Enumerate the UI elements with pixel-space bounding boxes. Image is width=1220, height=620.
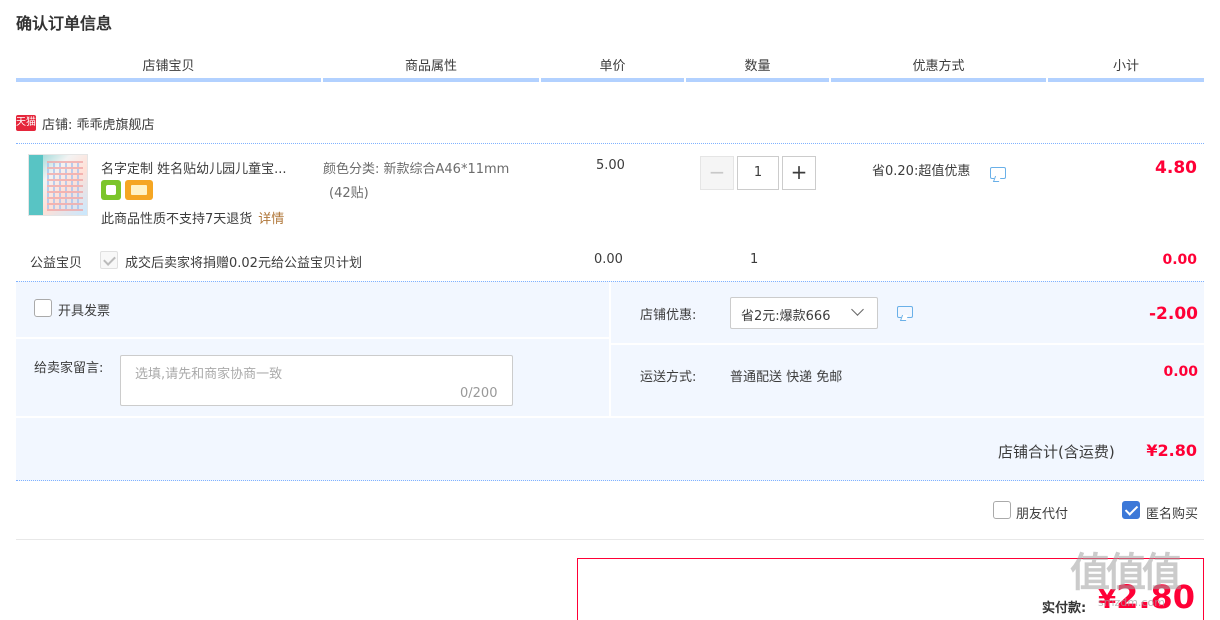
shop-discount-label: 店铺优惠: (640, 308, 697, 323)
shop-name[interactable]: 店铺: 乖乖虎旗舰店 (42, 114, 155, 133)
message-placeholder: 选填,请先和商家协商一致 (135, 367, 283, 382)
invoice-checkbox[interactable] (34, 299, 52, 317)
charity-price: 0.00 (594, 252, 623, 267)
shipping-method: 普通配送 快递 免邮 (730, 370, 843, 385)
friend-pay-checkbox[interactable] (993, 501, 1011, 519)
shop-discount-amount: -2.00 (1149, 304, 1198, 324)
tmall-icon: 天猫 (16, 115, 36, 131)
anonymous-purchase-checkbox[interactable] (1122, 501, 1140, 519)
shipping-label: 运送方式: (640, 370, 697, 385)
item-subtotal: 4.80 (1155, 158, 1197, 178)
payment-label: 实付款: (1042, 601, 1087, 616)
charity-subtotal: 0.00 (1162, 252, 1197, 268)
quantity-input[interactable]: 1 (737, 156, 779, 190)
shop-discount-value: 省2元:爆款666 (741, 309, 831, 324)
shipping-price: 0.00 (1163, 364, 1198, 380)
product-name-link[interactable]: 名字定制 姓名贴幼儿园儿童宝... (101, 158, 311, 177)
consumer-protection-icon[interactable] (101, 180, 121, 200)
product-thumbnail[interactable] (28, 154, 88, 216)
shop-total-label: 店铺合计(含运费) (998, 443, 1115, 461)
charity-quantity: 1 (750, 252, 759, 267)
charity-label: 公益宝贝 (30, 256, 83, 271)
detail-link[interactable]: 详情 (258, 212, 284, 227)
header-subtotal: 小计 (1048, 56, 1204, 82)
quantity-decrease-button[interactable]: − (700, 156, 734, 190)
promo-chat-icon[interactable] (990, 167, 1006, 179)
anonymous-purchase-label: 匿名购买 (1146, 507, 1199, 522)
discount-chat-icon[interactable] (897, 306, 913, 318)
no-return-notice: 此商品性质不支持7天退货 详情 (101, 212, 285, 227)
message-char-count: 0/200 (460, 386, 498, 401)
watermark-logo: 值值值 (1070, 550, 1182, 596)
watermark-site: smzdm.com (1098, 596, 1165, 609)
message-label: 给卖家留言: (34, 361, 104, 376)
shop-row: 天猫 店铺: 乖乖虎旗舰店 (16, 112, 155, 134)
header-attributes: 商品属性 (323, 56, 539, 82)
unit-price: 5.00 (596, 158, 625, 173)
item-promotion: 省0.20:超值优惠 (872, 164, 971, 179)
table-header: 店铺宝贝 商品属性 单价 数量 优惠方式 小计 (16, 56, 1204, 82)
charity-checkbox (100, 251, 118, 269)
page-title: 确认订单信息 (16, 14, 113, 33)
quantity-increase-button[interactable]: + (782, 156, 816, 190)
credit-card-icon[interactable] (125, 180, 153, 200)
header-unit-price: 单价 (541, 56, 684, 82)
charity-text: 成交后卖家将捐赠0.02元给公益宝贝计划 (125, 256, 362, 271)
invoice-label: 开具发票 (58, 304, 111, 319)
header-shop-item: 店铺宝贝 (16, 56, 321, 82)
product-attributes: 颜色分类: 新款综合A46*11mm (42贴) (323, 162, 510, 201)
header-quantity: 数量 (686, 56, 829, 82)
shop-total-value: ¥2.80 (1146, 441, 1197, 460)
header-discount: 优惠方式 (831, 56, 1046, 82)
friend-pay-label: 朋友代付 (1016, 507, 1069, 522)
